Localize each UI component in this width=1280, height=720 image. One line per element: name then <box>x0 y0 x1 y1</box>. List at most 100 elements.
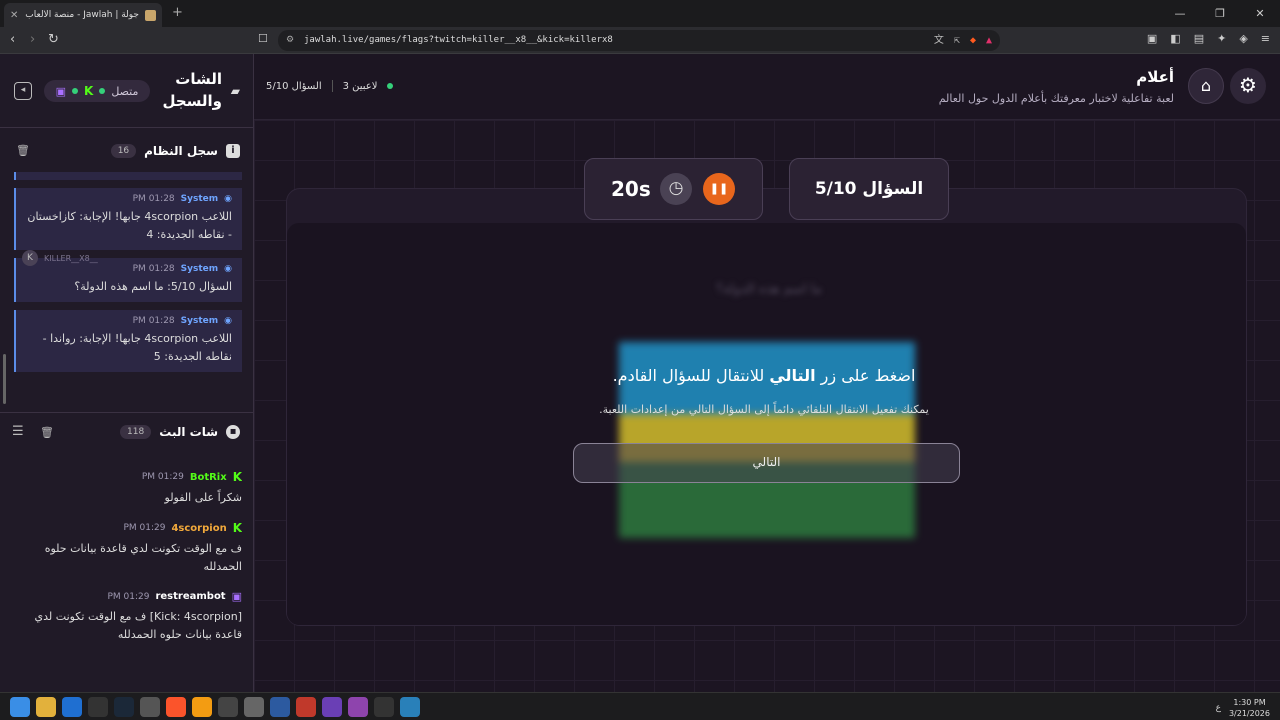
system-tray: ع 1:30 PM 3/21/2026 <box>1216 697 1270 719</box>
game-subtitle: لعبة تفاعلية لاختبار معرفتك بأعلام الدول… <box>938 92 1174 105</box>
steam-icon[interactable] <box>114 697 134 717</box>
connection-status: ▣ K متصل <box>44 80 150 102</box>
app-icon[interactable] <box>244 697 264 717</box>
twitch-status-dot <box>72 88 78 94</box>
chat-message: K 4scorpion 01:29 PM ف مع الوقت تكونت لد… <box>14 521 242 576</box>
kick-icon: K <box>232 470 242 484</box>
system-log-list: ◉ System 01:28 PM اللاعب 4scorpion جابها… <box>14 172 242 408</box>
app-icon[interactable] <box>296 697 316 717</box>
instruction-pre: اضغط على زر <box>815 366 916 385</box>
log-time: 01:28 PM <box>132 316 175 326</box>
reload-icon[interactable]: ↻ <box>48 32 59 47</box>
kick-icon: K <box>232 521 242 535</box>
app-icon[interactable] <box>218 697 238 717</box>
system-badge-icon: ◉ <box>224 194 232 204</box>
app-icon[interactable] <box>348 697 368 717</box>
address-bar[interactable]: ⚙ jawlah.live/games/flags?twitch=killer_… <box>278 30 1000 51</box>
pause-button[interactable]: ❚❚ <box>703 173 735 205</box>
back-icon[interactable]: ‹ <box>10 32 15 47</box>
reader-icon[interactable]: ▣ <box>1147 32 1157 45</box>
chat-text: ف مع الوقت تكونت لدي قاعدة بيانات حلوه ا… <box>44 542 242 573</box>
user-avatar: K <box>22 250 38 266</box>
chat-icon: ▪ <box>226 424 240 439</box>
translate-icon[interactable]: 文 <box>934 30 944 51</box>
chat-text: [Kick: 4scorpion] ف مع الوقت تكونت لدي ق… <box>34 610 242 641</box>
online-dot <box>387 83 394 89</box>
home-icon[interactable]: ⌂ <box>1188 68 1224 104</box>
brave-shield-icon[interactable]: ◆ <box>970 30 976 51</box>
input-language[interactable]: ع <box>1216 703 1221 713</box>
chat-bubble-icon: ▰ <box>230 84 240 98</box>
system-log-header: i سجل النظام 16 <box>0 132 254 170</box>
wallet-icon[interactable]: ▤ <box>1194 32 1204 45</box>
start-icon[interactable] <box>10 697 30 717</box>
epic-icon[interactable] <box>88 697 108 717</box>
log-text: السؤال 5/10: ما اسم هذه الدولة؟ <box>74 280 232 293</box>
app-icon[interactable] <box>62 697 82 717</box>
minimize-icon[interactable]: — <box>1160 0 1200 27</box>
menu-icon[interactable]: ≡ <box>1261 32 1270 45</box>
clock-date: 3/21/2026 <box>1228 709 1270 718</box>
chat-text: شكراً على الفولو <box>164 491 242 504</box>
brave-icon[interactable] <box>166 697 186 717</box>
next-button[interactable]: التالي <box>573 443 960 483</box>
explorer-icon[interactable] <box>36 697 56 717</box>
stream-chat-count: 118 <box>120 424 152 439</box>
new-tab-icon[interactable]: + <box>172 5 183 20</box>
share-icon[interactable]: ⇱ <box>954 30 960 51</box>
bookmark-icon[interactable]: ☐ <box>258 32 268 45</box>
site-info-icon[interactable]: ⚙ <box>286 30 294 51</box>
chat-layout-icon[interactable]: ☰ <box>12 424 24 439</box>
app-icon[interactable] <box>374 697 394 717</box>
log-sender: System <box>180 316 219 326</box>
players-count: 3 لاعبين <box>342 80 378 92</box>
settings-gear-icon[interactable]: ⚙ <box>1230 68 1266 104</box>
twitch-icon: ▣ <box>55 84 66 98</box>
chat-time: 01:29 PM <box>141 472 184 482</box>
leo-icon[interactable]: ✦ <box>1217 32 1226 45</box>
sidebar-toggle-icon[interactable]: ◧ <box>1170 32 1180 45</box>
window-controls: — ❐ ✕ <box>1160 0 1280 27</box>
user-tag-name: KILLER__X8__ <box>44 253 98 263</box>
system-badge-icon: ◉ <box>224 316 232 326</box>
auto-advance-hint: يمكنك تفعيل الانتقال التلقائي دائماً إلى… <box>599 403 929 416</box>
vlc-icon[interactable] <box>192 697 212 717</box>
kick-status-dot <box>99 88 106 94</box>
url-text: jawlah.live/games/flags?twitch=killer__x… <box>304 35 613 45</box>
timer-box: 20s ◷ ❚❚ <box>584 158 763 220</box>
twitch-icon: ▣ <box>231 590 242 603</box>
chat-item-partial <box>14 452 242 456</box>
log-scrollbar[interactable] <box>3 354 6 404</box>
app-icon[interactable] <box>270 697 290 717</box>
browser-tab[interactable]: جولة | Jawlah - منصة الألعاب التفا... ✕ <box>4 3 162 27</box>
collapse-sidebar-button[interactable]: ◂ <box>14 82 32 100</box>
clear-chat-trash-icon[interactable]: 🗑 <box>40 426 54 439</box>
brave-rewards-icon[interactable]: ▲ <box>986 30 992 51</box>
question-counter: السؤال 5/10 <box>789 158 949 220</box>
system-log-count: 16 <box>110 144 137 158</box>
stream-chat-list: K BotRix 01:29 PM شكراً على الفولو K 4sc… <box>14 452 242 692</box>
stream-chat-label: شات البث <box>159 424 218 439</box>
app-icon[interactable] <box>400 697 420 717</box>
windows-taskbar: ع 1:30 PM 3/21/2026 <box>0 692 1280 720</box>
divider <box>331 80 333 92</box>
question-progress: السؤال 5/10 <box>266 80 322 92</box>
close-tab-icon[interactable]: ✕ <box>10 10 18 21</box>
system-badge-icon: ◉ <box>224 264 232 274</box>
restore-icon[interactable]: ❐ <box>1200 0 1240 27</box>
app-icon[interactable] <box>140 697 160 717</box>
game-area: ⚙ ⌂ أعلام لعبة تفاعلية لاختبار معرفتك بأ… <box>254 54 1280 692</box>
close-window-icon[interactable]: ✕ <box>1240 0 1280 27</box>
log-time: 01:28 PM <box>132 194 175 204</box>
status-label: متصل <box>111 84 139 98</box>
app-icon[interactable] <box>322 697 342 717</box>
clear-log-trash-icon[interactable]: 🗑 <box>16 144 30 157</box>
forward-icon[interactable]: › <box>30 32 35 47</box>
vpn-icon[interactable]: ◈ <box>1239 32 1247 45</box>
system-clock[interactable]: 1:30 PM 3/21/2026 <box>1229 697 1270 719</box>
screen: جولة | Jawlah - منصة الألعاب التفا... ✕ … <box>0 0 1280 720</box>
tab-title: جولة | Jawlah - منصة الألعاب التفا... <box>24 10 139 20</box>
log-item: ◉ System 01:28 PM اللاعب 4scorpion جابها… <box>14 188 242 250</box>
sidebar-header: الشات والسجل ▰ ▣ K متصل ◂ <box>0 54 254 128</box>
log-item-partial <box>14 172 242 180</box>
